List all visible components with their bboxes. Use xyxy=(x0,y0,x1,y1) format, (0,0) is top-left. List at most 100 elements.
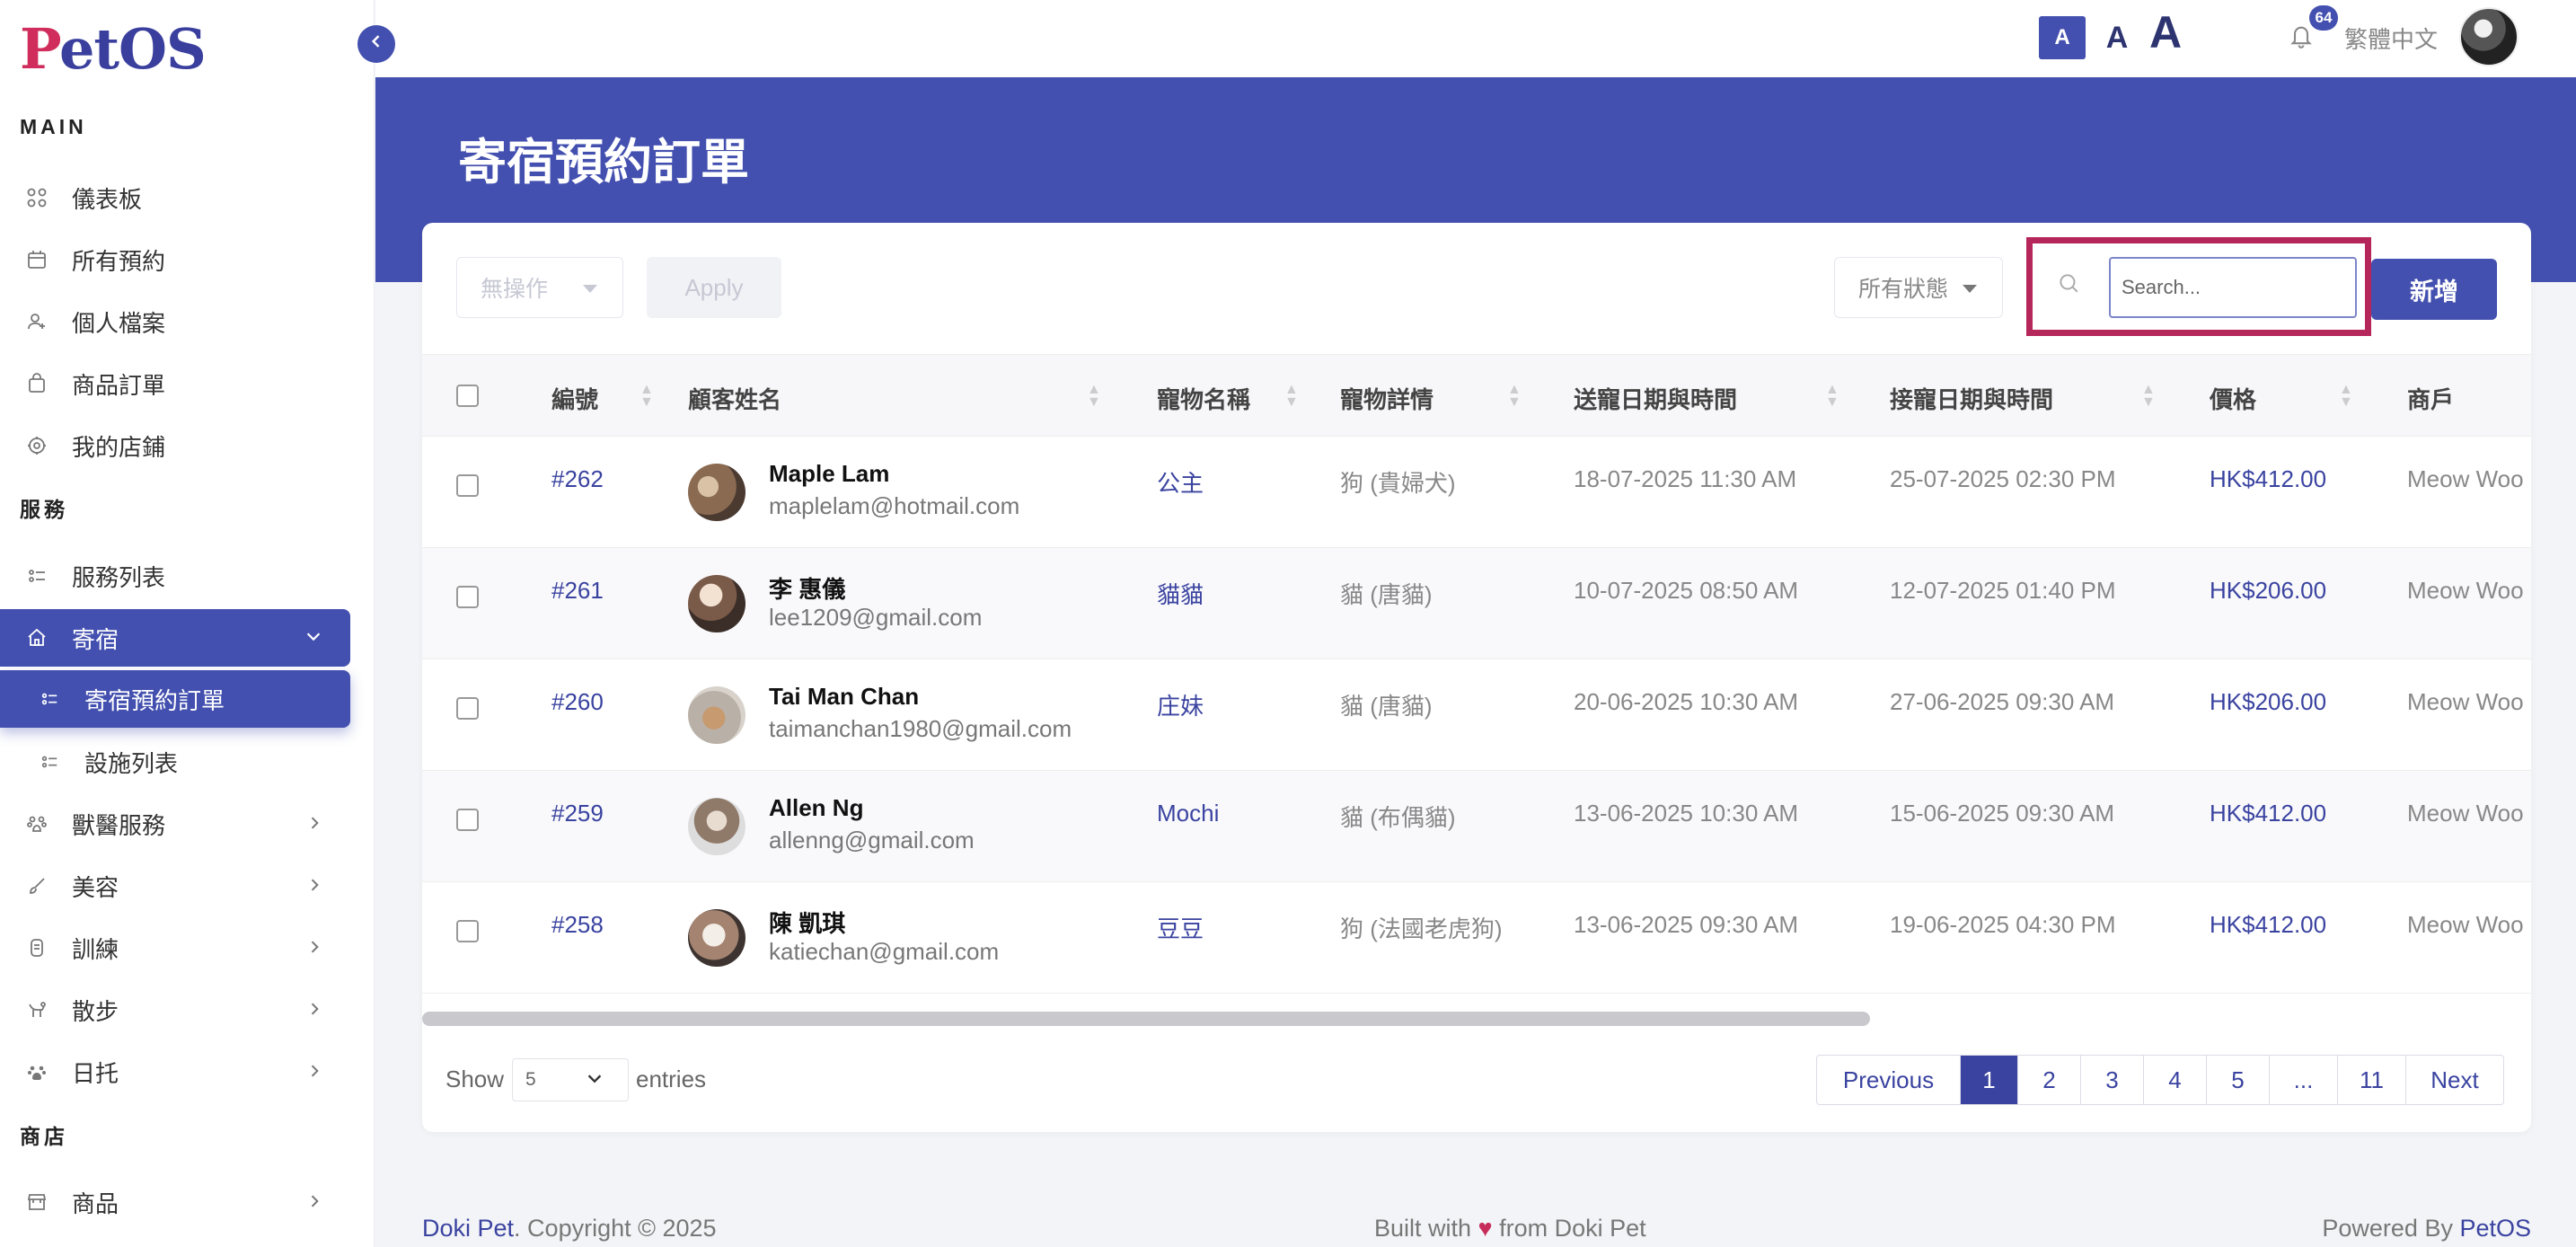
sidebar-item-daycare[interactable]: 日托 xyxy=(0,1043,350,1101)
pet-name-link[interactable]: Mochi xyxy=(1157,800,1219,827)
store-icon xyxy=(23,432,50,459)
pickup-datetime: 15-06-2025 09:30 AM xyxy=(1890,800,2115,827)
sidebar-collapse-button[interactable] xyxy=(357,25,395,63)
sidebar-item-training[interactable]: 訓練 xyxy=(0,919,350,977)
show-label: Show xyxy=(446,1066,505,1092)
sidebar-item-products[interactable]: 商品 xyxy=(0,1173,350,1231)
price: HK$412.00 xyxy=(2210,800,2327,827)
font-size-small-button[interactable]: A xyxy=(2039,16,2086,59)
pagination-next[interactable]: Next xyxy=(2406,1056,2503,1104)
bulk-action-select[interactable]: 無操作 xyxy=(456,257,623,318)
customer-name: 陳 凱琪 xyxy=(769,910,846,937)
chevron-left-icon xyxy=(367,31,385,57)
pagination-page-11[interactable]: 11 xyxy=(2338,1056,2406,1104)
pagination-previous[interactable]: Previous xyxy=(1817,1056,1961,1104)
pet-name-link[interactable]: 庄妹 xyxy=(1157,688,1204,721)
grid-icon xyxy=(23,184,50,211)
sidebar-item-service-list[interactable]: 服務列表 xyxy=(0,547,350,605)
row-checkbox[interactable] xyxy=(456,586,479,608)
font-size-medium-button[interactable]: A xyxy=(2098,16,2136,59)
sidebar-item-vet[interactable]: 獸醫服務 xyxy=(0,795,350,853)
column-header-pickup[interactable]: 接寵日期與時間 ▲ ▼ xyxy=(1890,382,2156,415)
pagination-page-2[interactable]: 2 xyxy=(2018,1056,2081,1104)
sidebar-item-grooming[interactable]: 美容 xyxy=(0,857,350,915)
customer-email: katiechan@gmail.com xyxy=(769,938,1000,965)
order-id-link[interactable]: #260 xyxy=(551,688,604,716)
chevron-down-icon xyxy=(585,1066,604,1094)
order-id-link[interactable]: #261 xyxy=(551,577,604,605)
select-all-checkbox[interactable] xyxy=(456,385,479,407)
pagination-page-3[interactable]: 3 xyxy=(2081,1056,2144,1104)
dropoff-datetime: 10-07-2025 08:50 AM xyxy=(1574,577,1799,604)
sidebar-item-product-orders[interactable]: 商品訂單 xyxy=(0,355,350,412)
order-id-link[interactable]: #259 xyxy=(551,800,604,827)
row-checkbox[interactable] xyxy=(456,697,479,720)
horizontal-scrollbar[interactable] xyxy=(422,1010,2531,1028)
sidebar-item-profile[interactable]: 個人檔案 xyxy=(0,293,350,350)
section-label-main: MAIN xyxy=(20,115,87,138)
footer-petos-link[interactable]: PetOS xyxy=(2459,1215,2531,1242)
petos-logo[interactable]: PetOS xyxy=(20,16,207,82)
column-header-id[interactable]: 編號 ▲ ▼ xyxy=(551,382,654,415)
table-row[interactable]: #261 李 惠儀 lee1209@gmail.com 貓貓 貓 (唐貓) 10… xyxy=(422,548,2531,659)
customer-avatar xyxy=(688,798,745,855)
dropoff-datetime: 20-06-2025 10:30 AM xyxy=(1574,688,1799,715)
pagination-page-4[interactable]: 4 xyxy=(2144,1056,2207,1104)
search-input[interactable] xyxy=(2109,257,2357,318)
row-checkbox[interactable] xyxy=(456,809,479,831)
language-selector[interactable]: 繁體中文 xyxy=(2344,22,2438,55)
pet-detail: 貓 (唐貓) xyxy=(1340,693,1433,720)
apply-button[interactable]: Apply xyxy=(647,257,781,318)
chevron-right-icon xyxy=(305,810,323,838)
order-id-link[interactable]: #258 xyxy=(551,911,604,939)
merchant: Meow Woo xyxy=(2407,577,2524,604)
chevron-down-icon xyxy=(304,624,323,652)
table-row[interactable]: #260 Tai Man Chan taimanchan1980@gmail.c… xyxy=(422,659,2531,771)
sort-icon: ▲ ▼ xyxy=(1284,382,1299,410)
chevron-right-icon xyxy=(305,1189,323,1216)
row-checkbox[interactable] xyxy=(456,474,479,497)
status-filter-select[interactable]: 所有狀態 xyxy=(1834,257,2003,318)
pet-name-link[interactable]: 公主 xyxy=(1157,465,1204,499)
chevron-right-icon xyxy=(305,934,323,962)
table-row[interactable]: #262 Maple Lam maplelam@hotmail.com 公主 狗… xyxy=(422,437,2531,548)
footer: Doki Pet. Copyright © 2025 Built with ♥ … xyxy=(375,1200,2576,1247)
customer-name: Maple Lam xyxy=(769,460,890,487)
row-checkbox[interactable] xyxy=(456,920,479,942)
column-header-customer[interactable]: 顧客姓名 ▲ ▼ xyxy=(688,382,1101,415)
calendar-icon xyxy=(23,246,50,273)
sidebar-item-all-bookings[interactable]: 所有預約 xyxy=(0,231,350,288)
font-size-large-button[interactable]: A xyxy=(2143,7,2188,57)
column-header-pet-name[interactable]: 寵物名稱 ▲ ▼ xyxy=(1157,382,1299,415)
table-row[interactable]: #258 陳 凱琪 katiechan@gmail.com 豆豆 狗 (法國老虎… xyxy=(422,882,2531,994)
table-row[interactable]: #259 Allen Ng allenng@gmail.com Mochi 貓 … xyxy=(422,771,2531,882)
sidebar-item-walking[interactable]: 散步 xyxy=(0,981,350,1039)
column-header-merchant[interactable]: 商戶 xyxy=(2407,382,2454,415)
sidebar-item-facilities[interactable]: 設施列表 xyxy=(0,733,350,791)
search-icon xyxy=(2057,271,2087,302)
order-id-link[interactable]: #262 xyxy=(551,465,604,493)
dropoff-datetime: 18-07-2025 11:30 AM xyxy=(1574,465,1797,492)
home-icon xyxy=(23,624,50,651)
pagination-page-1[interactable]: 1 xyxy=(1961,1056,2018,1104)
column-header-price[interactable]: 價格 ▲ ▼ xyxy=(2210,382,2353,415)
user-avatar[interactable] xyxy=(2459,7,2519,66)
sidebar-item-boarding-orders[interactable]: 寄宿預約訂單 xyxy=(0,670,350,728)
scrollbar-thumb[interactable] xyxy=(422,1012,1870,1026)
pagination-page-5[interactable]: 5 xyxy=(2207,1056,2270,1104)
column-header-dropoff[interactable]: 送寵日期與時間 ▲ ▼ xyxy=(1574,382,1839,415)
pet-name-link[interactable]: 貓貓 xyxy=(1157,577,1204,610)
sidebar-item-boarding[interactable]: 寄宿 xyxy=(0,609,350,667)
add-button[interactable]: 新增 xyxy=(2371,259,2497,320)
sidebar-item-dashboard[interactable]: 儀表板 xyxy=(0,169,350,226)
footer-brand-link[interactable]: Doki Pet xyxy=(422,1215,514,1242)
user-icon xyxy=(23,308,50,335)
column-header-pet-detail[interactable]: 寵物詳情 ▲ ▼ xyxy=(1340,382,1522,415)
entries-per-page-select[interactable]: 5 xyxy=(512,1058,629,1101)
pagination: Previous 1 2 3 4 5 ... 11 Next xyxy=(1816,1055,2504,1105)
entries-label: entries xyxy=(636,1066,707,1092)
section-label-shop: 商店 xyxy=(20,1125,68,1148)
pet-name-link[interactable]: 豆豆 xyxy=(1157,911,1204,944)
sidebar-item-my-store[interactable]: 我的店鋪 xyxy=(0,417,350,474)
footer-powered-by: Powered By PetOS xyxy=(2322,1215,2531,1242)
